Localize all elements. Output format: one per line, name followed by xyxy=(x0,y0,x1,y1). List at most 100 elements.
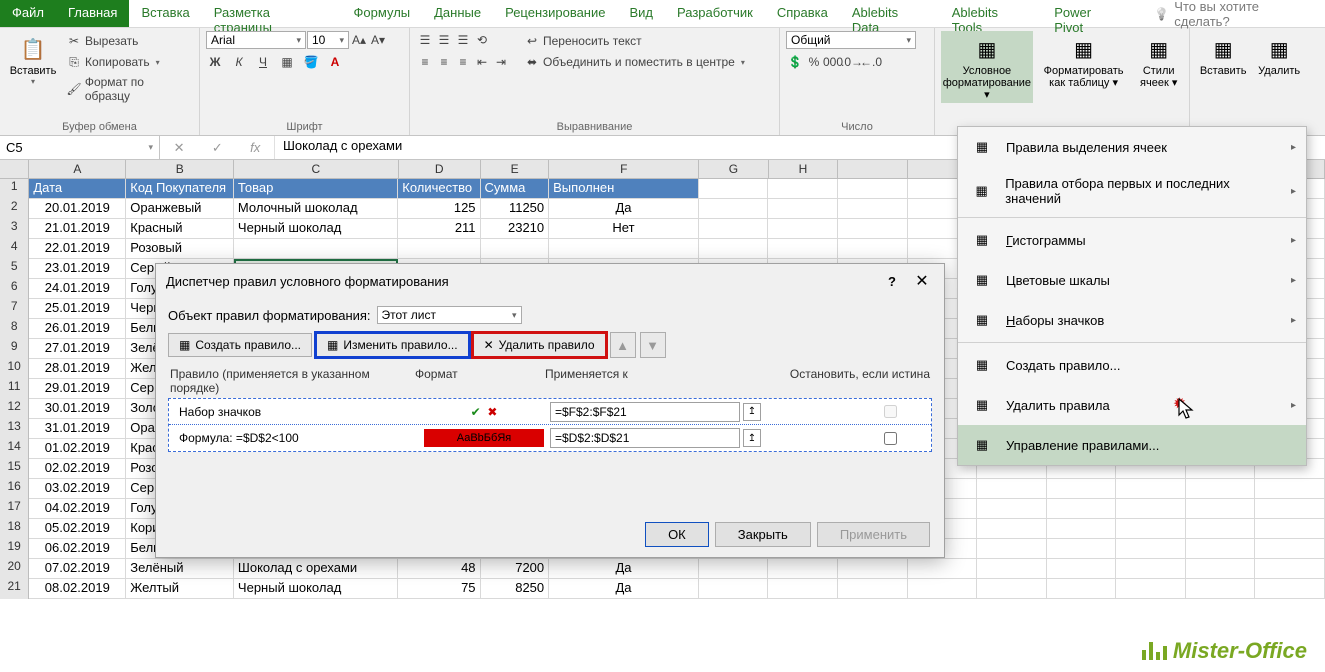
dd-clear-rules[interactable]: ▦Удалить правила xyxy=(958,385,1306,425)
rule-row-2[interactable]: Формула: =$D$2<100 АаВbБбЯя ↥ xyxy=(169,425,931,451)
inc-decimal-button[interactable]: .0→ xyxy=(843,53,861,71)
col-G[interactable]: G xyxy=(699,160,769,178)
align-center-button[interactable]: ≡ xyxy=(435,53,453,71)
table-cell[interactable]: 20.01.2019 xyxy=(29,199,126,219)
table-cell[interactable]: 7200 xyxy=(481,559,550,579)
dialog-ok-button[interactable]: ОК xyxy=(645,522,709,547)
dialog-help[interactable]: ? xyxy=(888,274,896,289)
conditional-formatting-button[interactable]: ▦ Условное форматирование ▾ xyxy=(941,31,1033,103)
tab-view[interactable]: Вид xyxy=(617,0,665,27)
table-cell[interactable]: 24.01.2019 xyxy=(29,279,126,299)
table-cell[interactable]: 8250 xyxy=(481,579,550,599)
delete-cells-button[interactable]: ▦ Удалить xyxy=(1254,31,1304,79)
select-all-cell[interactable] xyxy=(0,160,29,178)
rule1-ref-button[interactable]: ↥ xyxy=(743,403,761,421)
cell-styles-button[interactable]: ▦ Стили ячеек ▾ xyxy=(1134,31,1183,91)
table-header[interactable]: Дата xyxy=(29,179,126,199)
rule2-ref-button[interactable]: ↥ xyxy=(743,429,761,447)
tell-me-search[interactable]: Что вы хотите сделать? xyxy=(1144,0,1325,27)
table-cell[interactable]: 23.01.2019 xyxy=(29,259,126,279)
dd-top-rules[interactable]: ▦Правила отбора первых и последних значе… xyxy=(958,167,1306,215)
indent-dec-button[interactable]: ⇤ xyxy=(473,53,491,71)
fill-color-button[interactable]: 🪣 xyxy=(302,53,320,71)
table-cell[interactable]: 29.01.2019 xyxy=(29,379,126,399)
col-B[interactable]: B xyxy=(126,160,234,178)
dd-colorscales[interactable]: ▦Цветовые шкалы xyxy=(958,260,1306,300)
number-format-combo[interactable]: Общий xyxy=(786,31,916,49)
tab-ablebits-tools[interactable]: Ablebits Tools xyxy=(940,0,1043,27)
col-D[interactable]: D xyxy=(399,160,481,178)
col-C[interactable]: C xyxy=(234,160,399,178)
table-cell[interactable] xyxy=(398,239,480,259)
table-cell[interactable]: 04.02.2019 xyxy=(29,499,126,519)
table-cell[interactable]: 23210 xyxy=(481,219,550,239)
tab-home[interactable]: Главная xyxy=(56,0,129,27)
tab-ablebits-data[interactable]: Ablebits Data xyxy=(840,0,940,27)
table-cell[interactable]: Черный шоколад xyxy=(234,219,398,239)
move-down-button[interactable]: ▼ xyxy=(640,332,666,358)
dd-iconsets[interactable]: ▦Наборы значков xyxy=(958,300,1306,340)
rule1-applies-input[interactable] xyxy=(550,402,740,422)
table-header[interactable]: Количество xyxy=(398,179,480,199)
format-table-button[interactable]: ▦ Форматировать как таблицу ▾ xyxy=(1037,31,1131,91)
name-box[interactable]: C5 xyxy=(0,136,160,159)
dd-databars[interactable]: ▦Гистограммы xyxy=(958,220,1306,260)
tab-insert[interactable]: Вставка xyxy=(129,0,201,27)
table-cell[interactable]: Зелёный xyxy=(126,559,234,579)
table-cell[interactable]: 22.01.2019 xyxy=(29,239,126,259)
table-cell[interactable]: 125 xyxy=(398,199,480,219)
orientation-button[interactable]: ⟲ xyxy=(473,31,491,49)
table-cell[interactable]: 21.01.2019 xyxy=(29,219,126,239)
shrink-font-button[interactable]: A▾ xyxy=(369,31,387,49)
table-cell[interactable]: 25.01.2019 xyxy=(29,299,126,319)
table-cell[interactable]: 01.02.2019 xyxy=(29,439,126,459)
align-left-button[interactable]: ≡ xyxy=(416,53,434,71)
dialog-close-btn[interactable]: Закрыть xyxy=(715,522,811,547)
dialog-close-button[interactable]: ✕ xyxy=(910,271,934,291)
col-A[interactable]: A xyxy=(29,160,126,178)
table-cell[interactable]: 06.02.2019 xyxy=(29,539,126,559)
merge-center-button[interactable]: ⬌Объединить и поместить в центре▾ xyxy=(522,52,747,72)
tab-developer[interactable]: Разработчик xyxy=(665,0,765,27)
format-painter-button[interactable]: 🖌Формат по образцу xyxy=(64,73,193,105)
rule2-stop-checkbox[interactable] xyxy=(884,432,897,445)
insert-cells-button[interactable]: ▦ Вставить xyxy=(1196,31,1250,79)
tab-formulas[interactable]: Формулы xyxy=(342,0,423,27)
fx-icon[interactable]: fx xyxy=(250,140,260,155)
align-top-button[interactable]: ☰ xyxy=(416,31,434,49)
table-cell[interactable]: 30.01.2019 xyxy=(29,399,126,419)
table-header[interactable]: Код Покупателя xyxy=(126,179,234,199)
font-color-button[interactable]: A xyxy=(326,53,344,71)
tab-data[interactable]: Данные xyxy=(422,0,493,27)
copy-button[interactable]: ⎘Копировать▾ xyxy=(64,52,193,72)
grow-font-button[interactable]: A▴ xyxy=(350,31,368,49)
table-header[interactable]: Выполнен xyxy=(549,179,699,199)
table-cell[interactable]: Да xyxy=(549,199,699,219)
col-E[interactable]: E xyxy=(481,160,550,178)
table-cell[interactable]: 27.01.2019 xyxy=(29,339,126,359)
cut-button[interactable]: ✂Вырезать xyxy=(64,31,193,51)
table-cell[interactable]: 26.01.2019 xyxy=(29,319,126,339)
table-cell[interactable]: 02.02.2019 xyxy=(29,459,126,479)
table-cell[interactable] xyxy=(481,239,550,259)
align-mid-button[interactable]: ☰ xyxy=(435,31,453,49)
table-cell[interactable]: 03.02.2019 xyxy=(29,479,126,499)
table-cell[interactable]: Да xyxy=(549,559,699,579)
table-cell[interactable]: 48 xyxy=(398,559,480,579)
rule2-applies-input[interactable] xyxy=(550,428,740,448)
table-header[interactable]: Сумма xyxy=(481,179,550,199)
move-up-button[interactable]: ▲ xyxy=(610,332,636,358)
dd-highlight-rules[interactable]: ▦Правила выделения ячеек xyxy=(958,127,1306,167)
table-cell[interactable]: 28.01.2019 xyxy=(29,359,126,379)
tab-file[interactable]: Файл xyxy=(0,0,56,27)
align-right-button[interactable]: ≡ xyxy=(454,53,472,71)
bold-button[interactable]: Ж xyxy=(206,53,224,71)
table-cell[interactable]: 31.01.2019 xyxy=(29,419,126,439)
edit-rule-button[interactable]: ▦Изменить правило... xyxy=(316,333,469,357)
tab-help[interactable]: Справка xyxy=(765,0,840,27)
table-cell[interactable] xyxy=(234,239,398,259)
delete-rule-button[interactable]: ✕Удалить правило xyxy=(473,333,606,357)
table-cell[interactable]: Молочный шоколад xyxy=(234,199,398,219)
currency-button[interactable]: 💲 xyxy=(786,53,804,71)
dec-decimal-button[interactable]: ←.0 xyxy=(862,53,880,71)
